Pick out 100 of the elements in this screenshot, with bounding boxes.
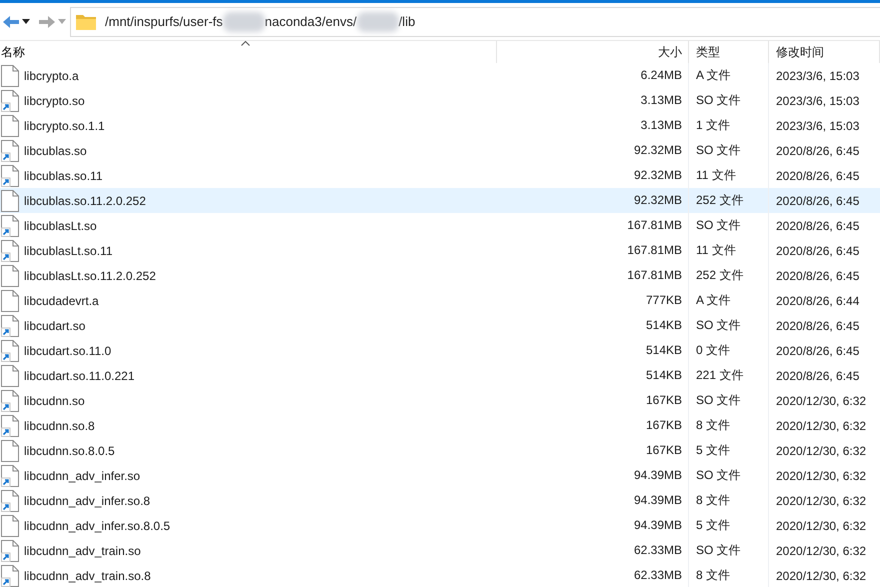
file-size: 514KB: [646, 318, 682, 332]
file-size: 167.81MB: [627, 243, 682, 257]
column-header[interactable]: 名称: [1, 44, 25, 60]
file-size: 94.39MB: [634, 518, 682, 532]
blurred-region: [222, 12, 265, 32]
modified-date: 2020/8/26, 6:45: [776, 168, 860, 182]
file-row[interactable]: libcublasLt.so.11.2.0.252 167.81MB 252 文件 2020/8/26, 6:45: [0, 263, 880, 288]
file-size: 777KB: [646, 293, 682, 307]
file-size: 3.13MB: [640, 93, 682, 107]
file-row[interactable]: libcrypto.so.1.1 3.13MB 1 文件 2023/3/6, 15:03: [0, 113, 880, 138]
file-row[interactable]: libcudart.so.11.0.221 514KB 221 文件 2020/8/26, 6:45: [0, 363, 880, 388]
file-name: libcudadevrt.a: [24, 294, 99, 308]
modified-date: 2020/8/26, 6:45: [776, 244, 860, 258]
file-size: 514KB: [646, 343, 682, 357]
file-row[interactable]: libcudnn.so.8 167KB 8 文件 2020/12/30, 6:32: [0, 413, 880, 438]
modified-date: 2020/12/30, 6:32: [776, 568, 866, 582]
file-name: libcudnn.so.8: [24, 418, 95, 432]
modified-date: 2020/12/30, 6:32: [776, 418, 866, 432]
file-size: 3.13MB: [640, 118, 682, 132]
file-name: libcrypto.a: [24, 68, 79, 82]
file-type: 252 文件: [696, 268, 744, 282]
modified-date: 2020/12/30, 6:32: [776, 518, 866, 532]
modified-date: 2023/3/6, 15:03: [776, 68, 860, 82]
file-row[interactable]: libcudnn.so.8.0.5 167KB 5 文件 2020/12/30, 6:32: [0, 438, 880, 463]
file-name: libcudnn.so: [24, 394, 85, 408]
folder-icon: [75, 12, 97, 30]
file-type: 5 文件: [696, 518, 730, 532]
modified-date: 2023/3/6, 15:03: [776, 118, 860, 132]
file-row[interactable]: libcudnn_adv_infer.so.8.0.5 94.39MB 5 文件 2020/12/30, 6:32: [0, 513, 880, 538]
address-bar[interactable]: /mnt/inspurfs/user-fs naconda3/envs/ /lib: [70, 6, 880, 36]
file-name: libcudnn_adv_infer.so.8: [24, 494, 150, 508]
selected-file-row[interactable]: libcublas.so.11.2.0.252 92.32MB 252 文件 2020/8/26, 6:45: [0, 188, 880, 213]
file-name: libcudnn.so.8.0.5: [24, 444, 115, 458]
file-row[interactable]: libcrypto.a 6.24MB A 文件 2023/3/6, 15:03: [0, 63, 880, 88]
file-type: 8 文件: [696, 493, 730, 507]
file-type: 11 文件: [696, 168, 736, 182]
file-type: SO 文件: [696, 543, 741, 557]
file-type: 252 文件: [696, 193, 744, 207]
file-name: libcudart.so: [24, 318, 86, 332]
file-type: SO 文件: [696, 468, 741, 482]
file-type: SO 文件: [696, 393, 741, 407]
file-name: libcudnn_adv_infer.so: [24, 468, 140, 482]
modified-date: 2020/8/26, 6:44: [776, 294, 860, 308]
file-name: libcudnn_adv_train.so.8: [24, 568, 151, 582]
file-size: 94.39MB: [634, 468, 682, 482]
file-row[interactable]: libcublas.so 92.32MB SO 文件 2020/8/26, 6:45: [0, 138, 880, 163]
file-name: libcublasLt.so.11: [24, 244, 112, 258]
file-type: SO 文件: [696, 318, 741, 332]
column-header[interactable]: 修改时间: [776, 44, 824, 60]
modified-date: 2020/8/26, 6:45: [776, 368, 860, 382]
blurred-region: [356, 12, 399, 32]
file-type: 8 文件: [696, 418, 730, 432]
file-row[interactable]: libcublasLt.so.11 167.81MB 11 文件 2020/8/26, 6:45: [0, 238, 880, 263]
file-row[interactable]: libcudart.so.11.0 514KB 0 文件 2020/8/26, 6:45: [0, 338, 880, 363]
path-text: /lib: [398, 14, 416, 29]
file-row[interactable]: libcudnn_adv_infer.so 94.39MB SO 文件 2020/12/30, 6:32: [0, 463, 880, 488]
file-type: 1 文件: [696, 118, 730, 132]
file-type: A 文件: [696, 68, 731, 82]
file-type: A 文件: [696, 293, 731, 307]
file-size: 6.24MB: [640, 68, 682, 82]
path-text: naconda3/envs/: [264, 14, 357, 29]
file-name: libcublas.so.11: [24, 168, 102, 182]
file-row[interactable]: libcublasLt.so 167.81MB SO 文件 2020/8/26, 6:45: [0, 213, 880, 238]
modified-date: 2020/8/26, 6:45: [776, 144, 860, 158]
file-size: 167.81MB: [627, 218, 682, 232]
column-header[interactable]: 类型: [696, 44, 720, 60]
modified-date: 2020/12/30, 6:32: [776, 394, 866, 408]
modified-date: 2023/3/6, 15:03: [776, 94, 860, 108]
modified-date: 2020/8/26, 6:45: [776, 218, 860, 232]
file-row[interactable]: libcudart.so 514KB SO 文件 2020/8/26, 6:45: [0, 313, 880, 338]
file-size: 92.32MB: [634, 143, 682, 157]
file-name: libcudart.so.11.0.221: [24, 368, 135, 382]
file-size: 167.81MB: [627, 268, 682, 282]
path-text: /mnt/inspurfs/user-fs: [105, 14, 223, 29]
dropdown-caret-icon[interactable]: [22, 19, 30, 24]
file-name: libcudart.so.11.0: [24, 344, 112, 358]
file-type: 221 文件: [696, 368, 744, 382]
file-type: 0 文件: [696, 343, 730, 357]
file-type: 11 文件: [696, 243, 736, 257]
file-row[interactable]: libcudnn_adv_infer.so.8 94.39MB 8 文件 2020/12/30, 6:32: [0, 488, 880, 513]
file-row[interactable]: libcudnn_adv_train.so.8 62.33MB 8 文件 2020/12/30, 6:32: [0, 563, 880, 587]
file-name: libcublasLt.so.11.2.0.252: [24, 268, 156, 282]
column-header[interactable]: 大小: [658, 44, 682, 60]
file-row[interactable]: libcudnn.so 167KB SO 文件 2020/12/30, 6:32: [0, 388, 880, 413]
modified-date: 2020/8/26, 6:45: [776, 194, 860, 208]
file-size: 62.33MB: [634, 568, 682, 582]
modified-date: 2020/12/30, 6:32: [776, 544, 866, 558]
file-name: libcrypto.so.1.1: [24, 118, 105, 132]
file-name: libcublas.so: [24, 144, 87, 158]
file-name: libcudnn_adv_train.so: [24, 544, 141, 558]
file-size: 62.33MB: [634, 543, 682, 557]
file-name: libcrypto.so: [24, 94, 85, 108]
file-row[interactable]: libcrypto.so 3.13MB SO 文件 2023/3/6, 15:03: [0, 88, 880, 113]
file-row[interactable]: libcudnn_adv_train.so 62.33MB SO 文件 2020/12/30, 6:32: [0, 538, 880, 563]
file-size: 167KB: [646, 393, 682, 407]
file-size: 92.32MB: [634, 193, 682, 207]
file-row[interactable]: libcudadevrt.a 777KB A 文件 2020/8/26, 6:44: [0, 288, 880, 313]
file-type: SO 文件: [696, 93, 741, 107]
file-type: 8 文件: [696, 568, 730, 582]
modified-date: 2020/8/26, 6:45: [776, 268, 860, 282]
